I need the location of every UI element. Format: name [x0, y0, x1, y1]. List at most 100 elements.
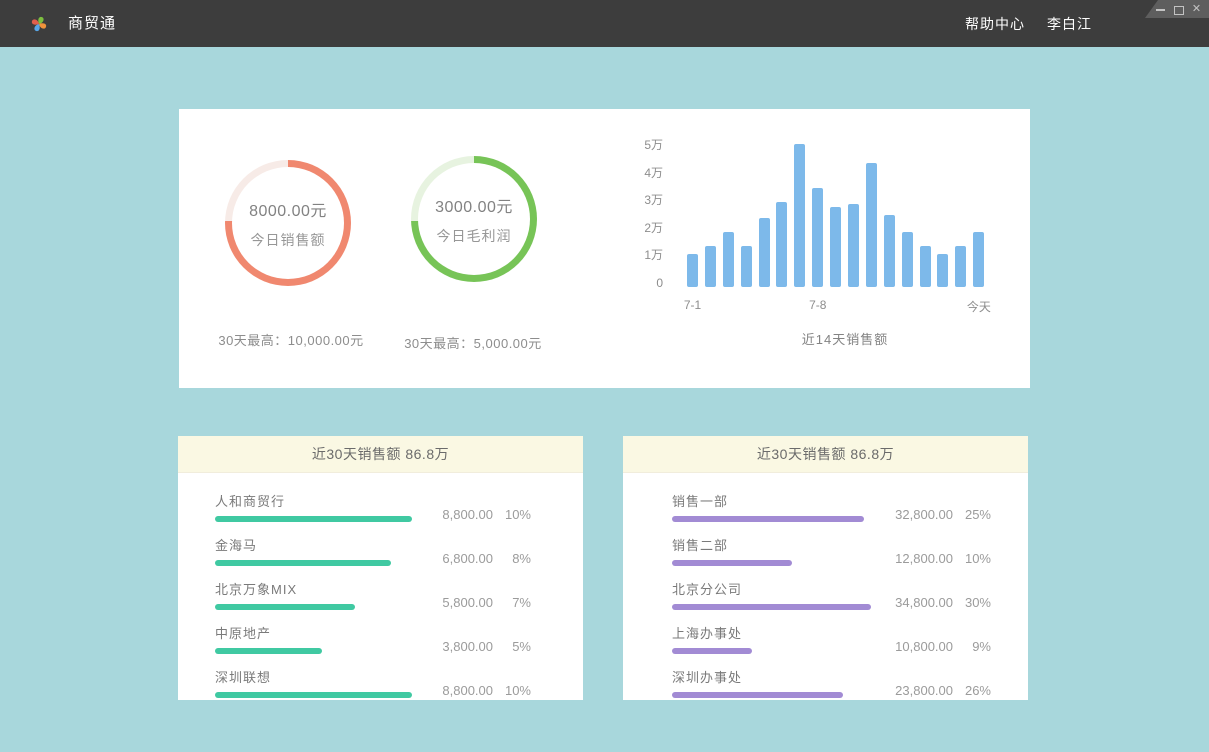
- app-title: 商贸通: [68, 0, 116, 47]
- today-sales-label: 今日销售额: [251, 230, 326, 250]
- today-sales-value: 8000.00元: [249, 197, 327, 221]
- daily-sales-bar: [973, 232, 984, 287]
- maximize-icon[interactable]: [1173, 4, 1184, 15]
- ranking-row-percent: 26%: [953, 683, 991, 698]
- today-profit-30day-max: 30天最高：5,000.00元: [343, 333, 603, 352]
- ranking-row-percent: 8%: [493, 551, 531, 566]
- ranking-row-label: 销售一部: [672, 491, 881, 510]
- ranking-row-percent: 10%: [953, 551, 991, 566]
- ranking-row-percent: 9%: [953, 639, 991, 654]
- ranking-row-label: 北京万象MIX: [215, 579, 421, 598]
- ranking-row: 北京万象MIX5,800.007%: [215, 579, 531, 610]
- today-profit-donut-center: 3000.00元 今日毛利润: [418, 163, 530, 275]
- department-ranking-title: 近30天销售额 86.8万: [623, 436, 1028, 473]
- daily-sales-bar: [776, 202, 787, 287]
- ranking-row-label: 人和商贸行: [215, 491, 421, 510]
- daily-sales-bar: [759, 218, 770, 287]
- ranking-row-amount: 5,800.00: [421, 595, 493, 610]
- ranking-row-bar: [672, 604, 871, 610]
- minimize-icon[interactable]: [1155, 4, 1166, 15]
- ranking-row-bar: [672, 516, 864, 522]
- daily-sales-bar: [955, 246, 966, 287]
- ranking-row-label: 金海马: [215, 535, 421, 554]
- today-sales-donut-center: 8000.00元 今日销售额: [232, 167, 344, 279]
- app-window: 商贸通 帮助中心 李白江 ✕ 8000.00元 今日销售额 30天最高：10,0…: [0, 0, 1209, 752]
- app-logo-pinwheel-icon: [28, 13, 50, 35]
- ranking-row: 人和商贸行8,800.0010%: [215, 491, 531, 522]
- sales-bar-chart: [687, 127, 997, 287]
- daily-sales-bar: [794, 144, 805, 287]
- close-icon[interactable]: ✕: [1191, 4, 1202, 15]
- daily-sales-bar: [884, 215, 895, 287]
- daily-sales-bar: [848, 204, 859, 287]
- ranking-row-bar: [215, 604, 355, 610]
- ranking-row-percent: 25%: [953, 507, 991, 522]
- ranking-row-bar: [672, 560, 792, 566]
- ranking-row-bar: [215, 560, 391, 566]
- ranking-row-bar: [672, 692, 843, 698]
- ranking-row-percent: 5%: [493, 639, 531, 654]
- y-axis-tick: 2万: [633, 220, 663, 236]
- customer-ranking-title: 近30天销售额 86.8万: [178, 436, 583, 473]
- ranking-row-percent: 10%: [493, 683, 531, 698]
- ranking-row-value: 23,800.0026%: [881, 683, 991, 698]
- x-axis-tick: 7-8: [778, 298, 858, 312]
- ranking-row-value: 3,800.005%: [421, 639, 531, 654]
- y-axis-tick: 0: [633, 275, 663, 291]
- ranking-row-amount: 6,800.00: [421, 551, 493, 566]
- ranking-row: 深圳联想8,800.0010%: [215, 667, 531, 698]
- ranking-row: 销售二部12,800.0010%: [672, 535, 991, 566]
- daily-sales-bar: [830, 207, 841, 287]
- y-axis-tick: 1万: [633, 247, 663, 263]
- daily-sales-bar: [741, 246, 752, 287]
- overview-card: 8000.00元 今日销售额 30天最高：10,000.00元 3000.00元…: [179, 109, 1030, 388]
- ranking-row-label: 销售二部: [672, 535, 881, 554]
- ranking-row-bar: [215, 516, 412, 522]
- daily-sales-bar: [812, 188, 823, 287]
- ranking-row: 上海办事处10,800.009%: [672, 623, 991, 654]
- ranking-row-amount: 8,800.00: [421, 683, 493, 698]
- ranking-row-label: 北京分公司: [672, 579, 881, 598]
- ranking-row-value: 8,800.0010%: [421, 507, 531, 522]
- ranking-row-value: 34,800.0030%: [881, 595, 991, 610]
- titlebar: 商贸通 帮助中心 李白江 ✕: [0, 0, 1209, 47]
- daily-sales-bar: [902, 232, 913, 287]
- ranking-row-label: 中原地产: [215, 623, 421, 642]
- window-controls: ✕: [1145, 0, 1209, 18]
- daily-sales-bar: [937, 254, 948, 287]
- help-center-link[interactable]: 帮助中心: [965, 14, 1025, 34]
- ranking-row-amount: 32,800.00: [881, 507, 953, 522]
- user-name[interactable]: 李白江: [1047, 14, 1092, 34]
- ranking-row-amount: 12,800.00: [881, 551, 953, 566]
- ranking-row: 金海马6,800.008%: [215, 535, 531, 566]
- daily-sales-bar: [687, 254, 698, 287]
- ranking-row-bar: [215, 648, 322, 654]
- ranking-row-amount: 10,800.00: [881, 639, 953, 654]
- y-axis-tick: 4万: [633, 165, 663, 181]
- ranking-row-label: 深圳联想: [215, 667, 421, 686]
- x-axis-tick: 7-1: [653, 298, 733, 312]
- daily-sales-bar: [920, 246, 931, 287]
- sales-chart-x-axis: 7-17-8今天: [179, 298, 1030, 314]
- ranking-row-value: 32,800.0025%: [881, 507, 991, 522]
- sales-chart-caption: 近14天销售额: [745, 329, 945, 348]
- ranking-row: 北京分公司34,800.0030%: [672, 579, 991, 610]
- ranking-row-amount: 34,800.00: [881, 595, 953, 610]
- ranking-row-value: 5,800.007%: [421, 595, 531, 610]
- ranking-row-value: 8,800.0010%: [421, 683, 531, 698]
- department-sales-ranking-card: 近30天销售额 86.8万 销售一部32,800.0025%销售二部12,800…: [623, 436, 1028, 700]
- y-axis-tick: 3万: [633, 192, 663, 208]
- titlebar-nav: 帮助中心 李白江: [965, 0, 1092, 47]
- ranking-row-label: 上海办事处: [672, 623, 881, 642]
- y-axis-tick: 5万: [633, 137, 663, 153]
- daily-sales-bar: [723, 232, 734, 287]
- ranking-row-amount: 3,800.00: [421, 639, 493, 654]
- sales-chart-y-axis: 5万 4万 3万 2万 1万 0: [633, 109, 663, 309]
- ranking-row-bar: [672, 648, 752, 654]
- ranking-row-amount: 8,800.00: [421, 507, 493, 522]
- department-ranking-list: 销售一部32,800.0025%销售二部12,800.0010%北京分公司34,…: [623, 473, 1028, 698]
- ranking-row-percent: 30%: [953, 595, 991, 610]
- ranking-row: 中原地产3,800.005%: [215, 623, 531, 654]
- today-profit-label: 今日毛利润: [437, 226, 512, 246]
- ranking-row-label: 深圳办事处: [672, 667, 881, 686]
